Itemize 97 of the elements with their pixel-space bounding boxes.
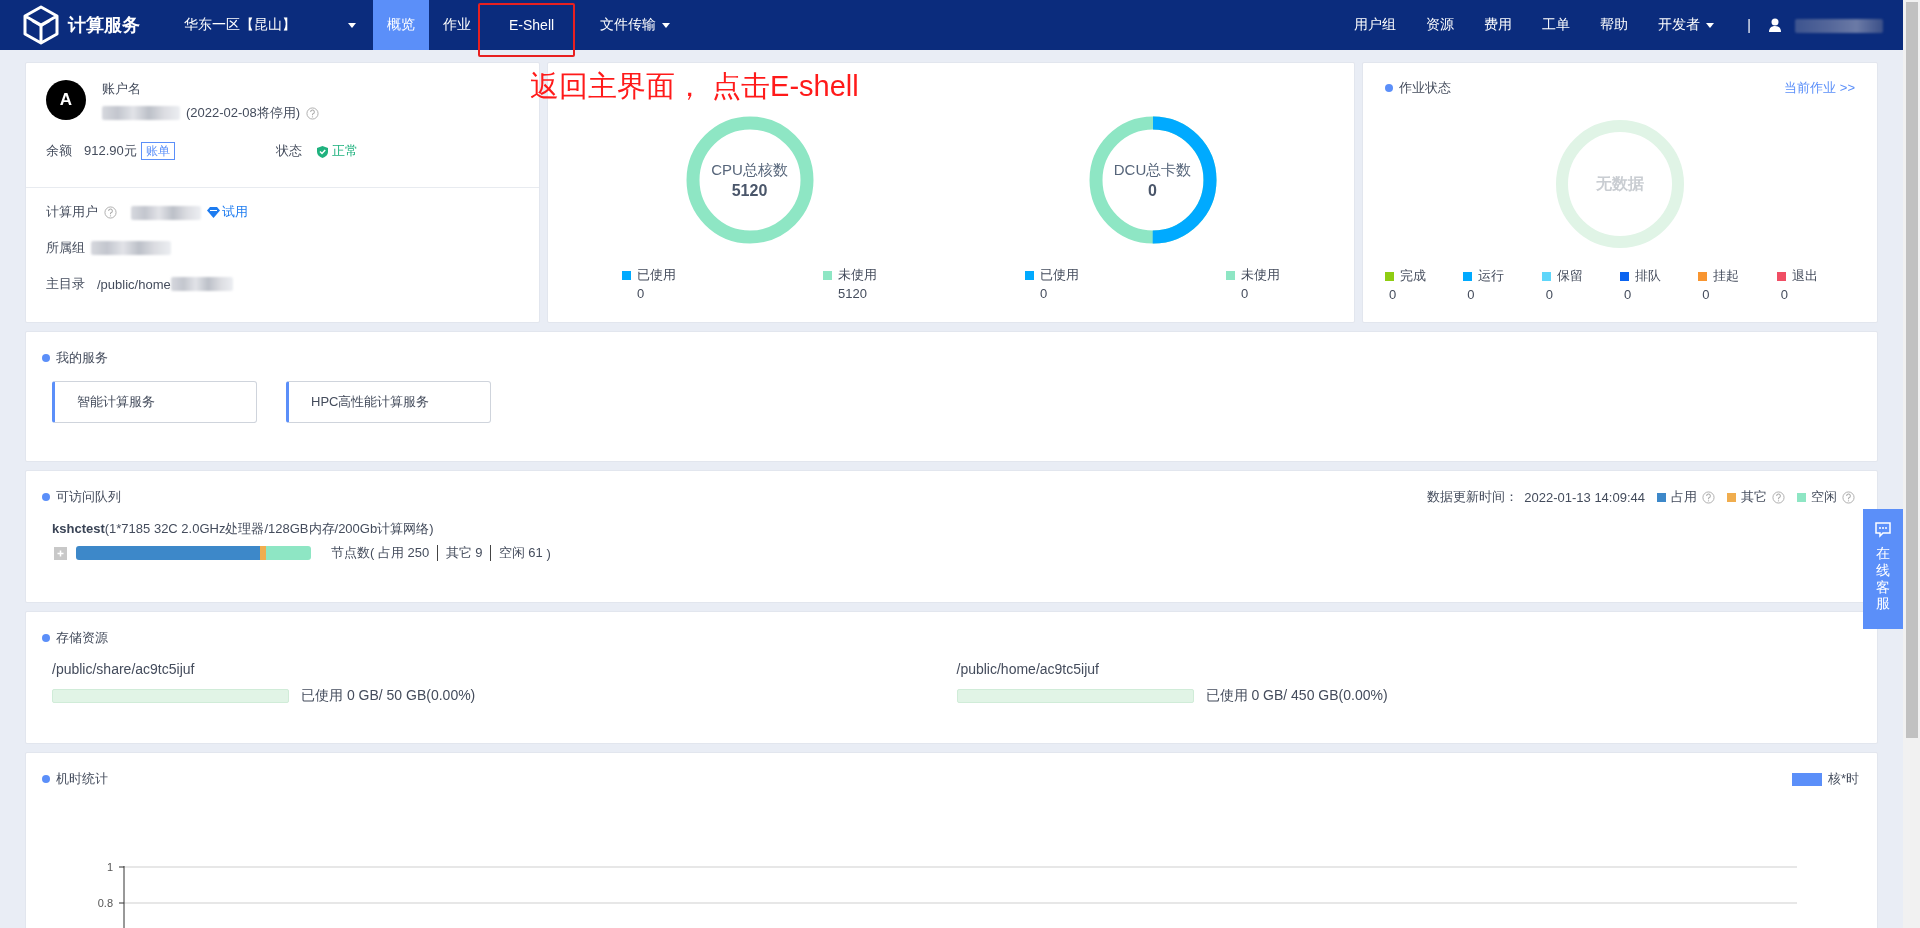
legend-value: 0	[1623, 287, 1633, 302]
expand-icon[interactable]	[54, 546, 67, 560]
section-dot	[42, 354, 50, 362]
scrollbar[interactable]	[1903, 0, 1920, 928]
menu-item[interactable]: 资源	[1411, 16, 1470, 34]
section-title: 可访问队列	[56, 488, 121, 506]
legend-value: 0	[1544, 287, 1554, 302]
status-label: 状态	[276, 142, 302, 160]
help-icon[interactable]	[306, 106, 320, 120]
legend-label: 空闲	[1811, 488, 1837, 506]
legend-label: 挂起	[1713, 267, 1740, 285]
balance-label: 余额	[46, 142, 72, 160]
y-axis	[118, 865, 125, 928]
account-name-label: 账户名	[102, 80, 142, 98]
home-path: /public/home	[97, 276, 171, 292]
menu-separator: |	[1746, 17, 1752, 33]
shield-check-icon	[316, 144, 329, 158]
cube-logo-icon	[22, 5, 60, 45]
help-icon[interactable]	[1772, 490, 1785, 504]
legend-value: 0	[1039, 286, 1049, 301]
legend-value: 0	[1240, 286, 1250, 301]
legend-label: 退出	[1791, 267, 1818, 285]
legend-label: 核*时	[1827, 770, 1859, 788]
menu-item[interactable]: 帮助	[1585, 16, 1644, 34]
storage-usage: 已使用 0 GB/ 450 GB(0.00%)	[1205, 687, 1388, 705]
node-count: 其它 9	[444, 544, 484, 562]
legend-value: 0	[1701, 287, 1711, 302]
legend-label: 其它	[1741, 488, 1767, 506]
tick-label: 1	[106, 861, 113, 873]
annotation-text: 返回主界面， 点击E-shell	[530, 69, 859, 104]
menu-item[interactable]: 费用	[1469, 16, 1528, 34]
legend-label: 占用	[1671, 488, 1697, 506]
section-dot	[42, 775, 50, 783]
region-selector[interactable]: 华东一区【昆山】	[184, 0, 368, 50]
diamond-icon	[207, 206, 220, 218]
section-title: 存储资源	[56, 629, 108, 647]
compute-user-label: 计算用户	[46, 203, 98, 221]
legend-label: 保留	[1556, 267, 1583, 285]
queue-name: kshctest(1*7185 32C 2.0GHz处理器/128GB内存/200Gb计算网络)	[52, 520, 435, 538]
menu-item[interactable]: 开发者	[1643, 16, 1730, 34]
expiry-note: (2022-02-08将停用)	[186, 104, 301, 122]
section-dot	[42, 634, 50, 642]
caret-icon	[348, 22, 356, 28]
legend-label: 完成	[1400, 267, 1426, 285]
legend-label: 已使用	[637, 266, 676, 284]
service-button[interactable]: HPC高性能计算服务	[286, 381, 491, 423]
user-icon[interactable]	[1769, 18, 1781, 32]
group-label: 所属组	[46, 239, 85, 257]
section-title: 机时统计	[56, 770, 108, 788]
caret-icon	[1706, 22, 1715, 28]
help-icon[interactable]	[1702, 490, 1715, 504]
storage-path: /public/home/ac9tc5ijuf	[956, 661, 1100, 677]
status-value: 正常	[332, 142, 358, 160]
help-icon[interactable]	[1842, 490, 1855, 504]
legend-label: 已使用	[1040, 266, 1079, 284]
brand-name: 计算服务	[68, 14, 140, 37]
legend-value: 0	[1388, 287, 1398, 302]
legend-value: 0	[636, 286, 646, 301]
node-count: 空闲 61	[497, 544, 544, 562]
node-count-end: )	[546, 545, 551, 561]
section-dot	[1385, 84, 1393, 92]
service-button[interactable]: 智能计算服务	[52, 381, 257, 423]
avatar: A	[46, 80, 86, 120]
node-count: 占用 250	[376, 544, 431, 562]
update-time-label: 数据更新时间：	[1427, 488, 1519, 506]
section-title: 我的服务	[56, 349, 108, 367]
nav-tab[interactable]: 作业	[429, 0, 485, 50]
section-title: 作业状态	[1399, 79, 1451, 97]
donut-total: 5120	[731, 181, 768, 200]
storage-path: /public/share/ac9tc5ijuf	[52, 661, 196, 677]
donut-title: CPU总核数	[711, 160, 788, 180]
storage-usage: 已使用 0 GB/ 50 GB(0.00%)	[301, 687, 476, 705]
update-time: 2022-01-13 14:09:44	[1524, 489, 1645, 505]
redacted-text	[131, 205, 201, 220]
caret-icon	[662, 22, 671, 28]
menu-item[interactable]: 工单	[1527, 16, 1586, 34]
section-dot	[42, 493, 50, 501]
legend-label: 未使用	[1241, 266, 1280, 284]
nav-tab[interactable]: 文件传输	[586, 0, 685, 50]
legend-label: 运行	[1478, 267, 1505, 285]
help-icon[interactable]	[104, 205, 117, 219]
nav-tab[interactable]: E-Shell	[485, 0, 587, 50]
donut-total: 0	[1148, 181, 1157, 200]
home-label: 主目录	[46, 275, 85, 293]
redacted-text	[170, 277, 233, 291]
chat-icon	[1874, 521, 1892, 539]
trial-link[interactable]: 试用	[222, 203, 248, 221]
balance-value: 912.90元	[84, 142, 137, 160]
donut-title: DCU总卡数	[1113, 160, 1192, 180]
legend-value: 0	[1466, 287, 1476, 302]
legend-label: 排队	[1635, 267, 1661, 285]
menu-item[interactable]: 用户组	[1339, 16, 1412, 34]
legend-value: 0	[1779, 287, 1789, 302]
legend-label: 未使用	[838, 266, 877, 284]
legend-value: 5120	[837, 286, 868, 301]
tick-label: 0.8	[97, 897, 113, 909]
node-count-label: 节点数(	[331, 544, 375, 562]
